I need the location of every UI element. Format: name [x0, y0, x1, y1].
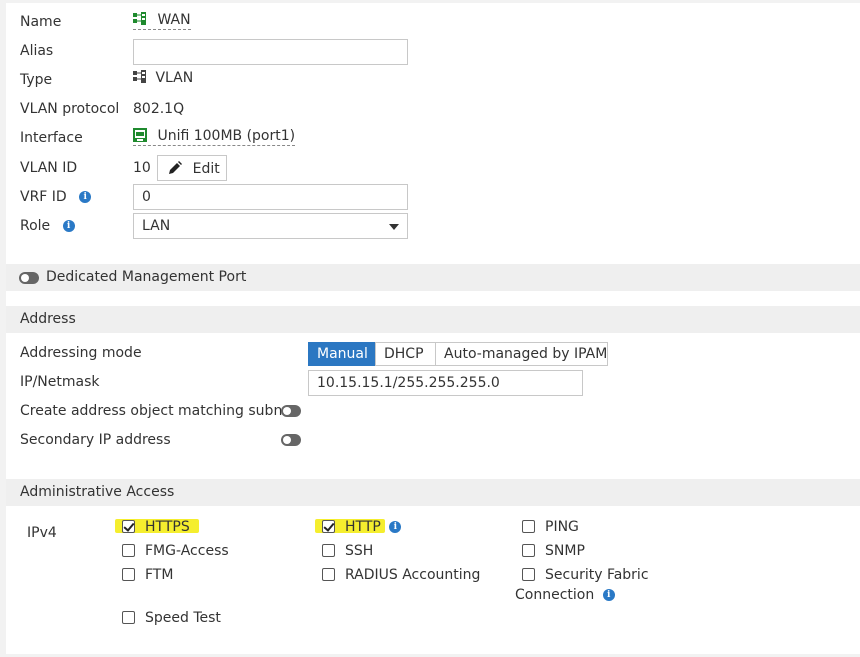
ping-label: PING	[545, 519, 579, 535]
admin-access-section-title: Administrative Access	[20, 484, 175, 500]
interface-edit-panel: Name WAN Alias Type VLAN VLAN protocol 8…	[6, 3, 860, 654]
addressing-mode-label: Addressing mode	[20, 345, 142, 361]
interface-value: Unifi 100MB (port1)	[157, 128, 296, 144]
vrf-id-label: VRF ID	[20, 189, 67, 205]
speed-test-checkbox[interactable]	[122, 611, 135, 624]
admin-access-section-header: Administrative Access	[6, 479, 860, 506]
create-object-label: Create address object matching subnet	[20, 403, 297, 419]
port-icon	[133, 128, 147, 142]
mode-manual-button[interactable]: Manual	[308, 342, 376, 366]
vrf-id-label-container: VRF ID i	[20, 188, 92, 206]
ip-netmask-label: IP/Netmask	[20, 374, 100, 390]
role-label: Role	[20, 218, 51, 234]
vlan-icon	[133, 70, 146, 83]
vlan-protocol-value: 802.1Q	[133, 101, 185, 117]
type-value: VLAN	[155, 70, 194, 86]
edit-label: Edit	[192, 161, 220, 177]
secondary-ip-toggle[interactable]	[281, 434, 301, 446]
http-label-container: HTTP i	[345, 518, 402, 536]
info-icon[interactable]: i	[389, 521, 402, 533]
secondary-ip-label: Secondary IP address	[20, 432, 171, 448]
vrf-id-input[interactable]	[133, 184, 408, 210]
vlan-id-label: VLAN ID	[20, 160, 78, 176]
mode-ipam-button[interactable]: Auto-managed by IPAM	[435, 342, 608, 366]
security-fabric-label-line2-container: Connection i	[515, 586, 615, 604]
snmp-label: SNMP	[545, 543, 585, 559]
edit-vlan-id-button[interactable]: Edit	[157, 155, 227, 181]
role-select[interactable]: LAN	[133, 213, 408, 239]
pencil-icon	[169, 161, 183, 174]
info-icon[interactable]: i	[79, 191, 92, 203]
mode-dhcp-button[interactable]: DHCP	[375, 342, 436, 366]
info-icon[interactable]: i	[602, 589, 615, 601]
vlan-icon	[133, 12, 146, 25]
dedicated-management-label: Dedicated Management Port	[46, 269, 247, 285]
interface-label: Interface	[20, 130, 83, 146]
http-label: HTTP	[345, 519, 381, 535]
create-object-toggle[interactable]	[281, 405, 301, 417]
radius-accounting-checkbox[interactable]	[322, 568, 335, 581]
caret-down-icon	[389, 224, 399, 230]
type-label: Type	[20, 72, 53, 88]
https-checkbox[interactable]	[122, 520, 135, 533]
ipv4-label: IPv4	[27, 525, 57, 541]
type-value-container: VLAN	[133, 69, 193, 87]
alias-input[interactable]	[133, 39, 408, 65]
ping-checkbox[interactable]	[522, 520, 535, 533]
role-label-container: Role i	[20, 217, 75, 235]
ip-netmask-input[interactable]	[308, 370, 583, 396]
name-label: Name	[20, 14, 62, 30]
fmg-access-checkbox[interactable]	[122, 544, 135, 557]
ftm-label: FTM	[145, 567, 174, 583]
ftm-checkbox[interactable]	[122, 568, 135, 581]
name-value-link[interactable]: WAN	[133, 11, 191, 30]
security-fabric-label-line2: Connection	[515, 587, 595, 603]
speed-test-label: Speed Test	[145, 610, 221, 626]
vlan-id-value: 10	[133, 160, 151, 176]
ssh-label: SSH	[345, 543, 374, 559]
alias-label: Alias	[20, 43, 54, 59]
role-value: LAN	[142, 218, 171, 234]
radius-accounting-label: RADIUS Accounting	[345, 567, 481, 583]
ssh-checkbox[interactable]	[322, 544, 335, 557]
fmg-access-label: FMG-Access	[145, 543, 229, 559]
dedicated-management-toggle[interactable]	[19, 272, 39, 284]
http-checkbox[interactable]	[322, 520, 335, 533]
https-label: HTTPS	[145, 519, 190, 535]
info-icon[interactable]: i	[62, 220, 75, 232]
snmp-checkbox[interactable]	[522, 544, 535, 557]
security-fabric-checkbox[interactable]	[522, 568, 535, 581]
name-value: WAN	[157, 12, 191, 28]
interface-value-link[interactable]: Unifi 100MB (port1)	[133, 127, 296, 146]
security-fabric-label-line1: Security Fabric	[545, 567, 649, 583]
address-section-header: Address	[6, 306, 860, 333]
vlan-protocol-label: VLAN protocol	[20, 101, 120, 117]
address-section-title: Address	[20, 311, 76, 327]
dedicated-management-bar: Dedicated Management Port	[6, 264, 860, 291]
